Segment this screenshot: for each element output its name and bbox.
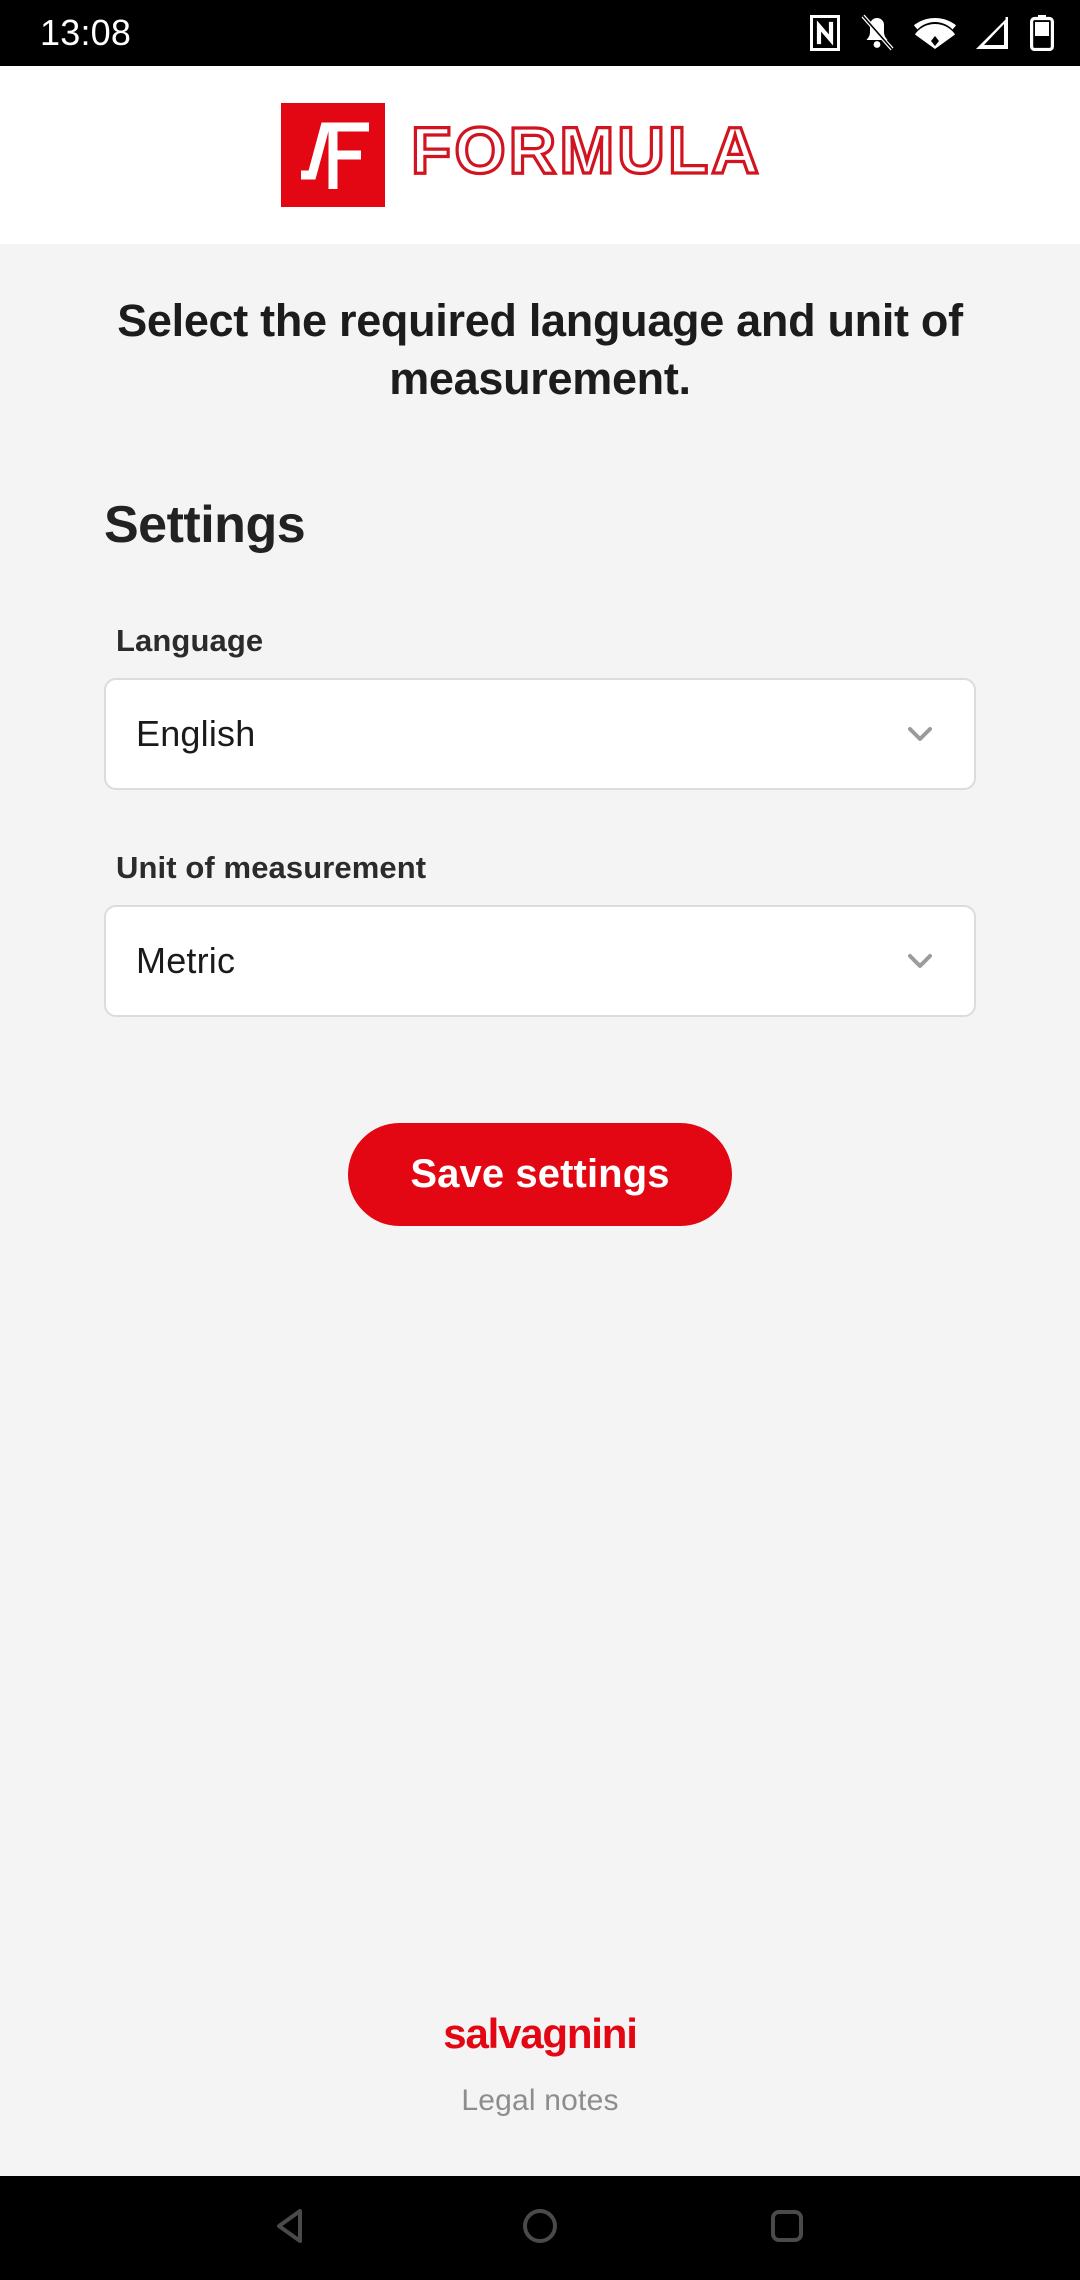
main-content: Select the required language and unit of… [0,244,1080,2176]
nfc-icon [810,15,840,51]
status-bar: 13:08 [0,0,1080,66]
svg-text:FORMULA: FORMULA [411,117,762,187]
home-circle-icon [518,2204,562,2253]
save-button-row: Save settings [0,1123,1080,1227]
save-settings-button[interactable]: Save settings [348,1123,732,1227]
label-language: Language [116,623,264,659]
unit-select[interactable]: Metric [104,905,976,1018]
brand-wordmark: FORMULA [409,111,783,194]
recents-square-icon [765,2204,809,2253]
battery-icon [1030,15,1054,51]
language-select-value: English [136,713,256,755]
salvagnini-logo: salvagnini [443,2010,638,2057]
phone-screen: 13:08 FORMULA Select the required langua… [0,0,1080,2280]
legal-notes-link[interactable]: Legal notes [461,2084,618,2118]
status-bar-clock: 13:08 [40,12,132,53]
footer: salvagnini Legal notes [0,2010,1080,2176]
language-select[interactable]: English [104,678,976,791]
intro-instruction: Select the required language and unit of… [117,295,963,404]
unit-select-value: Metric [136,940,236,982]
field-group-unit: Unit of measurement Metric [0,850,1080,1018]
recents-button[interactable] [741,2182,833,2274]
home-button[interactable] [494,2182,586,2274]
field-group-language: Language English [0,623,1080,791]
label-unit-of-measurement: Unit of measurement [116,850,427,886]
android-navigation-bar [0,2176,1080,2280]
back-button[interactable] [247,2182,339,2274]
page-title: Settings [104,496,306,555]
status-bar-icons [810,14,1054,52]
app-header: FORMULA [0,66,1080,244]
wifi-icon [914,16,956,50]
brand-logo: FORMULA [281,103,783,207]
formula-radical-f-icon [281,103,385,207]
notifications-muted-icon [859,14,895,52]
chevron-down-icon [900,714,940,754]
cellular-signal-icon [975,16,1011,50]
chevron-down-icon [900,941,940,981]
back-triangle-icon [271,2204,315,2253]
